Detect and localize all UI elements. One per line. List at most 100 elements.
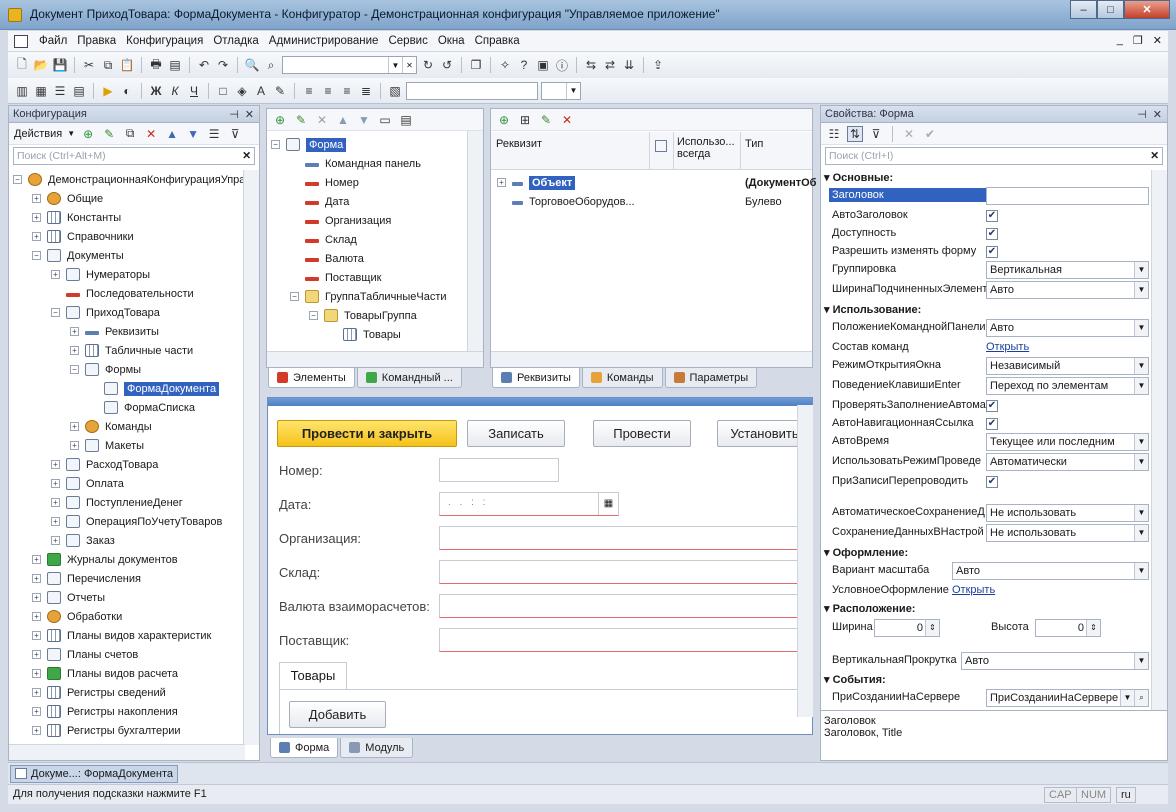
windows-icon[interactable]: ❐: [468, 57, 484, 73]
print-icon[interactable]: 🖶: [148, 57, 164, 73]
expand-icon[interactable]: +: [32, 593, 41, 602]
chevron-down-icon[interactable]: ▼: [1134, 262, 1148, 278]
tab-elements[interactable]: Элементы: [268, 368, 355, 388]
cancel-icon[interactable]: ✕: [901, 126, 917, 142]
close-icon[interactable]: ✕: [245, 108, 254, 121]
expand-icon[interactable]: +: [32, 631, 41, 640]
save-button[interactable]: Записать: [467, 420, 565, 447]
expand-icon[interactable]: +: [32, 688, 41, 697]
tree-item[interactable]: + Табличные части: [13, 341, 243, 360]
section-events[interactable]: ▾ События:: [821, 672, 1151, 689]
tree-item[interactable]: +Склад: [271, 230, 467, 249]
clear-icon[interactable]: ✕: [402, 57, 416, 73]
form-vertical-scrollbar[interactable]: [797, 405, 813, 717]
move-up-icon[interactable]: ▲: [164, 126, 180, 142]
highlight-icon[interactable]: ✎: [272, 83, 288, 99]
column-header-type[interactable]: Тип: [745, 138, 763, 150]
collapse-icon[interactable]: −: [290, 292, 299, 301]
move-up-icon[interactable]: ▲: [335, 112, 351, 128]
align-center-icon[interactable]: ≡: [320, 83, 336, 99]
tree-item[interactable]: + Отчеты: [13, 588, 243, 607]
menu-file[interactable]: Файл: [34, 35, 72, 47]
tree-item[interactable]: − ТоварыГруппа: [271, 306, 467, 325]
cond-design-open-link[interactable]: Открыть: [952, 584, 995, 596]
tree-item[interactable]: +Дата: [271, 192, 467, 211]
font-color-icon[interactable]: A: [253, 83, 269, 99]
checkbox[interactable]: ✔: [986, 246, 998, 258]
copy-icon[interactable]: ⧉: [100, 57, 116, 73]
expand-icon[interactable]: +: [70, 441, 79, 450]
checkbox[interactable]: ✔: [986, 418, 998, 430]
chevron-down-icon[interactable]: ▼: [1134, 320, 1148, 336]
horizontal-scrollbar[interactable]: [267, 351, 483, 367]
auto-time-select[interactable]: Текущее или последним ▼: [986, 433, 1149, 451]
collapse-icon[interactable]: −: [32, 251, 41, 260]
menu-icon[interactable]: ▭: [377, 112, 393, 128]
chevron-down-icon[interactable]: ▼: [1120, 690, 1134, 706]
tree-item[interactable]: + Заказ: [13, 531, 243, 550]
mdi-minimize-button[interactable]: _: [1117, 34, 1123, 47]
compare-icon[interactable]: ⇆: [583, 57, 599, 73]
delete-icon[interactable]: ✕: [143, 126, 159, 142]
tree-item[interactable]: + РасходТовара: [13, 455, 243, 474]
redo-icon[interactable]: ↷: [215, 57, 231, 73]
underline-icon[interactable]: Ч: [186, 83, 202, 99]
align-justify-icon[interactable]: ≣: [358, 83, 374, 99]
collapse-icon[interactable]: −: [309, 311, 318, 320]
tree-item[interactable]: + Регистры сведений: [13, 683, 243, 702]
help-icon[interactable]: ?: [516, 57, 532, 73]
date-input[interactable]: . . : : ▦: [439, 492, 619, 516]
expand-icon[interactable]: +: [51, 517, 60, 526]
move-down-icon[interactable]: ▼: [356, 112, 372, 128]
filter-icon[interactable]: ⊽: [868, 126, 884, 142]
tree-item[interactable]: + Константы: [13, 208, 243, 227]
prop-auto-time[interactable]: АвтоВремя Текущее или последним ▼: [821, 432, 1151, 452]
checkbox[interactable]: ✔: [986, 476, 998, 488]
italic-icon[interactable]: К: [167, 83, 183, 99]
vscroll-select[interactable]: Авто ▼: [961, 652, 1149, 670]
move-down-icon[interactable]: ▼: [185, 126, 201, 142]
child-width-select[interactable]: Авто ▼: [986, 281, 1149, 299]
edit-icon[interactable]: ✎: [538, 112, 554, 128]
debug-mode-icon[interactable]: ◐: [119, 83, 135, 99]
bold-icon[interactable]: Ж: [148, 83, 164, 99]
tree-item[interactable]: − ГруппаТабличныеЧасти: [271, 287, 467, 306]
list-icon[interactable]: ☰: [52, 83, 68, 99]
module-icon[interactable]: ▥: [14, 83, 30, 99]
vertical-scrollbar[interactable]: [467, 131, 483, 351]
text-format-icon[interactable]: ▧: [387, 83, 403, 99]
add-button[interactable]: Добавить: [289, 701, 386, 728]
section-basic[interactable]: ▾ Основные:: [821, 170, 1151, 187]
tab-parameters[interactable]: Параметры: [664, 368, 758, 388]
sort-categories-icon[interactable]: ☷: [826, 126, 842, 142]
expand-icon[interactable]: +: [32, 726, 41, 735]
chevron-down-icon[interactable]: ▼: [1134, 378, 1148, 394]
prop-repost[interactable]: ПриЗаписиПерепроводить ✔: [821, 472, 1151, 492]
tree-item[interactable]: + Перечисления: [13, 569, 243, 588]
cmdbar-pos-select[interactable]: Авто ▼: [986, 319, 1149, 337]
tree-item[interactable]: + Планы видов характеристик: [13, 626, 243, 645]
form-preview-icon[interactable]: ▤: [398, 112, 414, 128]
merge-icon[interactable]: ⇄: [602, 57, 618, 73]
clear-icon[interactable]: ✕: [242, 148, 251, 164]
find-next-icon[interactable]: ↻: [420, 57, 436, 73]
post-button[interactable]: Провести: [593, 420, 691, 447]
chevron-down-icon[interactable]: ▼: [1134, 505, 1148, 521]
font-name-combo[interactable]: [406, 81, 538, 100]
tree-item[interactable]: +Товары: [271, 325, 467, 344]
vertical-scrollbar[interactable]: [1151, 170, 1167, 710]
chevron-down-icon[interactable]: ▼: [1134, 282, 1148, 298]
tree-item[interactable]: +Организация: [271, 211, 467, 230]
expand-icon[interactable]: +: [32, 555, 41, 564]
tree-item[interactable]: +ФормаДокумента: [13, 379, 243, 398]
form-icon[interactable]: ▦: [33, 83, 49, 99]
expand-icon[interactable]: +: [32, 574, 41, 583]
tree-item[interactable]: + Обработки: [13, 607, 243, 626]
prop-child-width[interactable]: ШиринаПодчиненныхЭлемент Авто ▼: [821, 280, 1151, 300]
align-right-icon[interactable]: ≡: [339, 83, 355, 99]
number-input[interactable]: [439, 458, 559, 482]
tree-item[interactable]: +Командная панель: [271, 154, 467, 173]
prop-open-mode[interactable]: РежимОткрытияОкна Независимый ▼: [821, 356, 1151, 376]
spinner-icon[interactable]: ⇕: [1086, 620, 1100, 636]
chevron-down-icon[interactable]: ▼: [1134, 563, 1148, 579]
